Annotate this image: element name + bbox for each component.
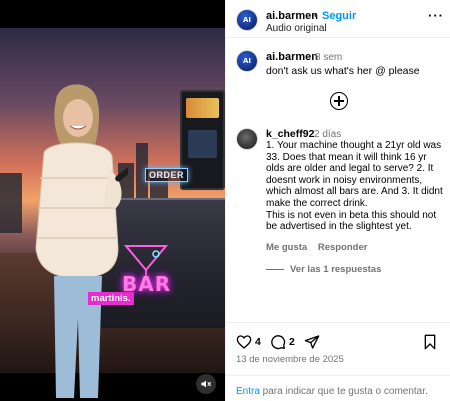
post-date[interactable]: 13 de noviembre de 2025 — [236, 354, 344, 365]
comment-timestamp[interactable]: 2 días — [314, 129, 341, 140]
login-prompt-text: para indicar que te gusta o comentar. — [259, 386, 428, 397]
login-link[interactable]: Entra — [236, 386, 260, 397]
avatar-logo-text: AI — [242, 16, 252, 24]
comment-button[interactable]: 2 — [270, 334, 295, 350]
comment-username[interactable]: ai.barmen — [266, 51, 318, 63]
heart-icon — [236, 335, 252, 349]
separator-dot: • — [314, 10, 318, 22]
follow-button[interactable]: Seguir — [322, 10, 356, 22]
share-button[interactable] — [304, 334, 320, 350]
comment-like-button[interactable]: Me gusta — [266, 242, 307, 253]
post-actions-bar: 4 2 13 de noviembre de 2025 Entra para i… — [226, 322, 450, 401]
video-frame: ORDER BAR martinis. — [0, 28, 225, 398]
bookmark-icon — [424, 334, 436, 350]
comment-timestamp[interactable]: 8 sem — [315, 52, 342, 63]
comment-username[interactable]: k_cheff92 — [266, 128, 314, 140]
comment-bubble-icon — [271, 335, 286, 350]
author-username[interactable]: ai.barmen — [266, 10, 318, 22]
video-player[interactable]: ORDER BAR martinis. — [0, 0, 225, 401]
more-options-button[interactable]: ··· — [428, 8, 444, 23]
save-button[interactable] — [423, 334, 437, 350]
view-replies-button[interactable]: Ver las 1 respuestas — [266, 264, 381, 275]
view-replies-label: Ver las 1 respuestas — [290, 264, 382, 275]
comment-actions: Me gusta Responder — [266, 242, 375, 253]
comment-reply-button[interactable]: Responder — [318, 242, 368, 253]
audio-label[interactable]: Audio original — [266, 23, 327, 34]
avatar-logo-text: AI — [242, 57, 252, 65]
video-caption: martinis. — [88, 292, 134, 305]
comment-text: don't ask us what's her @ please — [266, 65, 420, 77]
paper-plane-icon — [304, 335, 320, 349]
order-neon-sign: ORDER — [145, 168, 189, 182]
presenter-figure — [35, 84, 128, 398]
speaker-muted-icon — [201, 380, 211, 388]
avatar[interactable]: AI — [236, 9, 258, 31]
login-prompt: Entra para indicar que te gusta o coment… — [226, 375, 450, 397]
like-count: 4 — [255, 336, 261, 348]
post-header: AI ai.barmen • Seguir Audio original ··· — [226, 0, 450, 38]
comment-count: 2 — [289, 336, 295, 348]
load-more-comments-button[interactable] — [330, 92, 348, 110]
like-button[interactable]: 4 — [236, 334, 261, 350]
post-details-panel: AI ai.barmen • Seguir Audio original ···… — [225, 0, 450, 401]
avatar[interactable] — [236, 128, 258, 150]
replies-divider — [266, 269, 284, 270]
comment-text: 1. Your machine thought a 21yr old was 3… — [266, 140, 443, 233]
avatar[interactable]: AI — [236, 50, 258, 72]
mute-button[interactable] — [196, 374, 216, 394]
